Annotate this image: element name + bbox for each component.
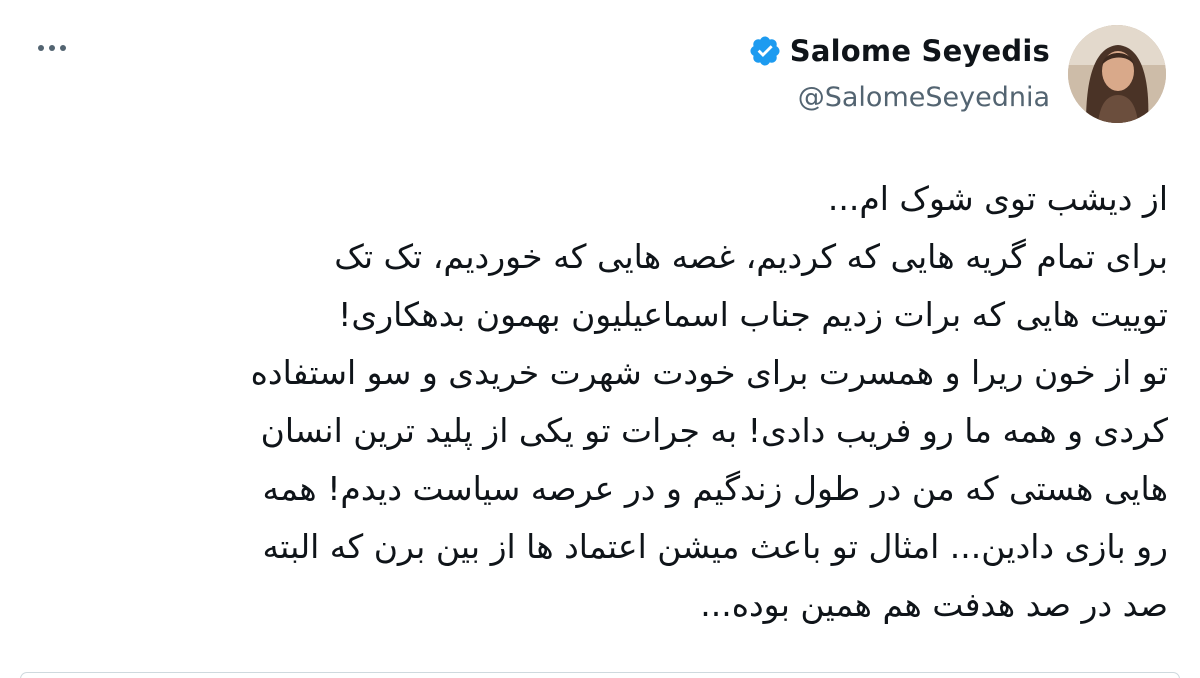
tweet-line: تو از خون ریرا و همسرت برای خودت شهرت خر… (250, 353, 1168, 392)
tweet-line: رو بازی دادین... امثال تو باعث میشن اعتم… (262, 527, 1168, 566)
more-dot-icon (38, 45, 44, 51)
more-dot-icon (49, 45, 55, 51)
user-handle[interactable]: @SalomeSeyednia (748, 82, 1050, 113)
tweet-line: کردی و همه ما رو فریب دادی! به جرات تو ی… (260, 411, 1168, 450)
verified-badge-icon (748, 34, 782, 68)
display-name[interactable]: Salome Seyedis (790, 34, 1050, 68)
avatar[interactable] (1068, 25, 1166, 123)
tweet-line: توییت هایی که برات زدیم جناب اسماعیلیون … (338, 295, 1168, 334)
more-options-button[interactable] (30, 30, 74, 66)
profile-photo-icon (1068, 25, 1166, 123)
tweet-line: هایی هستی که من در طول زندگیم و در عرصه … (262, 469, 1168, 508)
name-row: Salome Seyedis (748, 28, 1050, 74)
tweet-line: از دیشب توی شوک ام... (827, 179, 1168, 218)
tweet-line: برای تمام گریه هایی که کردیم، غصه هایی ک… (334, 237, 1168, 276)
tweet-card: Salome Seyedis @SalomeSeyednia از دیشب ت… (0, 0, 1200, 678)
tweet-line: صد در صد هدفت هم همین بوده... (700, 585, 1168, 624)
more-dot-icon (60, 45, 66, 51)
author-info[interactable]: Salome Seyedis @SalomeSeyednia (748, 28, 1050, 113)
embedded-card-edge (20, 672, 1180, 678)
tweet-text: از دیشب توی شوک ام... برای تمام گریه های… (20, 170, 1168, 634)
